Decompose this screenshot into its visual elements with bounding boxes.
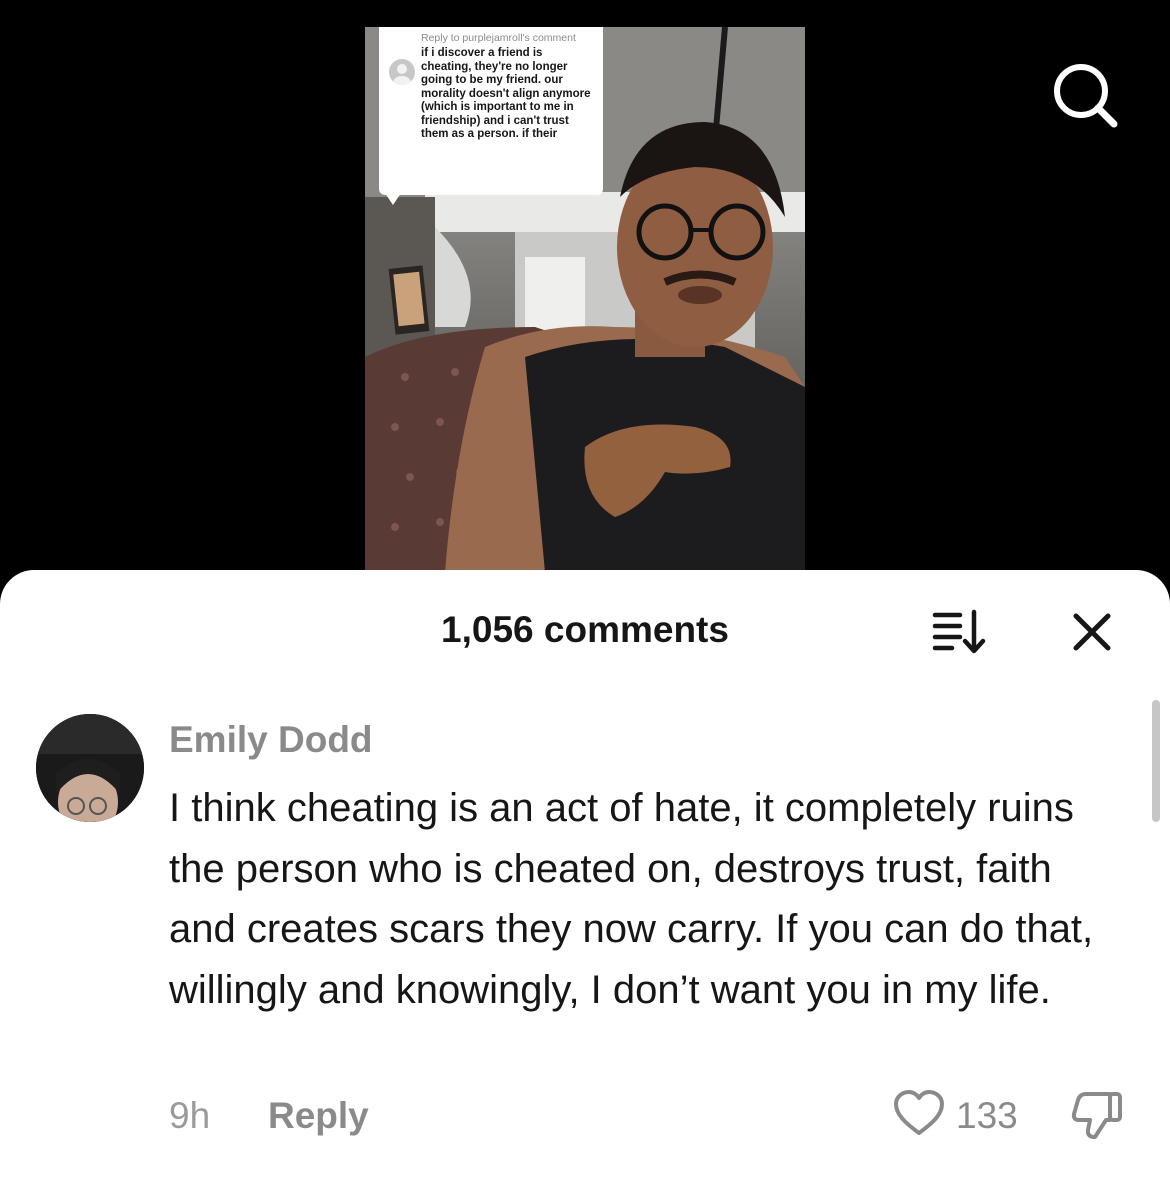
bubble-tail bbox=[385, 193, 401, 205]
heart-icon[interactable] bbox=[892, 1088, 946, 1138]
close-icon[interactable] bbox=[1068, 608, 1116, 656]
like-count: 133 bbox=[956, 1095, 1018, 1136]
comments-count-title: 1,056 comments bbox=[441, 609, 729, 650]
avatar[interactable] bbox=[36, 714, 144, 822]
default-avatar-icon bbox=[389, 59, 415, 85]
reply-to-comment-sticker: Reply to purplejamroll's comment if i di… bbox=[379, 27, 603, 205]
reply-button[interactable]: Reply bbox=[268, 1094, 369, 1138]
scrollbar[interactable] bbox=[1152, 700, 1160, 822]
video-player[interactable]: Reply to purplejamroll's comment if i di… bbox=[365, 27, 805, 572]
comment-timestamp: 9h bbox=[169, 1095, 211, 1136]
tiktok-video-screen: Reply to purplejamroll's comment if i di… bbox=[0, 0, 1170, 1187]
comment-text: I think cheating is an act of hate, it c… bbox=[169, 786, 1094, 1012]
comments-sheet: 1,056 comments Emily Dodd I think cheati… bbox=[0, 570, 1170, 1187]
reply-quoted-comment: if i discover a friend is cheating, they… bbox=[421, 47, 591, 140]
comment-username[interactable]: Emily Dodd bbox=[169, 718, 373, 762]
thumbs-down-icon[interactable] bbox=[1070, 1086, 1126, 1142]
search-icon[interactable] bbox=[1050, 60, 1120, 130]
reply-header: Reply to purplejamroll's comment bbox=[421, 32, 576, 44]
sort-icon[interactable] bbox=[930, 606, 990, 656]
